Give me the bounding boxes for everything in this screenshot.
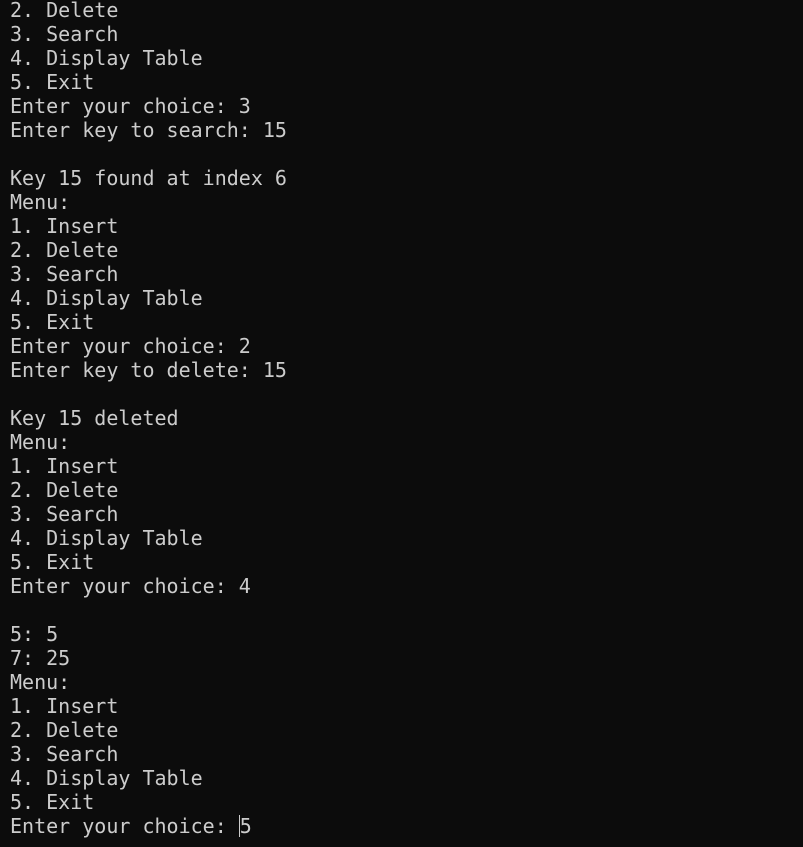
output-line: 3. Search (10, 22, 119, 46)
output-line: 1. Insert (10, 454, 119, 478)
output-line: Menu: (10, 190, 71, 214)
output-line: 3. Search (10, 742, 119, 766)
terminal-window[interactable]: 2. Delete 3. Search 4. Display Table 5. … (0, 0, 803, 845)
output-line: 5. Exit (10, 790, 95, 814)
output-line: Key 15 deleted (10, 406, 179, 430)
command-input-line[interactable]: Enter your choice: 5 (10, 814, 793, 838)
output-line: Enter your choice: 3 (10, 94, 251, 118)
output-line: 7: 25 (10, 646, 71, 670)
prompt-text: Enter your choice: (10, 814, 239, 838)
output-line: 1. Insert (10, 694, 119, 718)
output-line: 1. Insert (10, 214, 119, 238)
output-line: Menu: (10, 430, 71, 454)
output-line: Enter your choice: 2 (10, 334, 251, 358)
output-line: 4. Display Table (10, 46, 203, 70)
input-value[interactable]: 5 (240, 814, 252, 838)
output-line: 2. Delete (10, 0, 119, 22)
output-line: 4. Display Table (10, 286, 203, 310)
output-line: 3. Search (10, 262, 119, 286)
output-line: Enter key to search: 15 (10, 118, 287, 142)
output-line: 3. Search (10, 502, 119, 526)
output-line: 2. Delete (10, 238, 119, 262)
output-line: Enter your choice: 4 (10, 574, 251, 598)
output-line: 5: 5 (10, 622, 59, 646)
output-line: 2. Delete (10, 478, 119, 502)
output-line: 2. Delete (10, 718, 119, 742)
output-line: Menu: (10, 670, 71, 694)
output-line: 5. Exit (10, 70, 95, 94)
output-line: 5. Exit (10, 310, 95, 334)
output-line: 4. Display Table (10, 766, 203, 790)
output-line: 5. Exit (10, 550, 95, 574)
terminal-output: 2. Delete 3. Search 4. Display Table 5. … (10, 0, 793, 814)
output-line: 4. Display Table (10, 526, 203, 550)
output-line: Key 15 found at index 6 (10, 166, 287, 190)
output-line: Enter key to delete: 15 (10, 358, 287, 382)
